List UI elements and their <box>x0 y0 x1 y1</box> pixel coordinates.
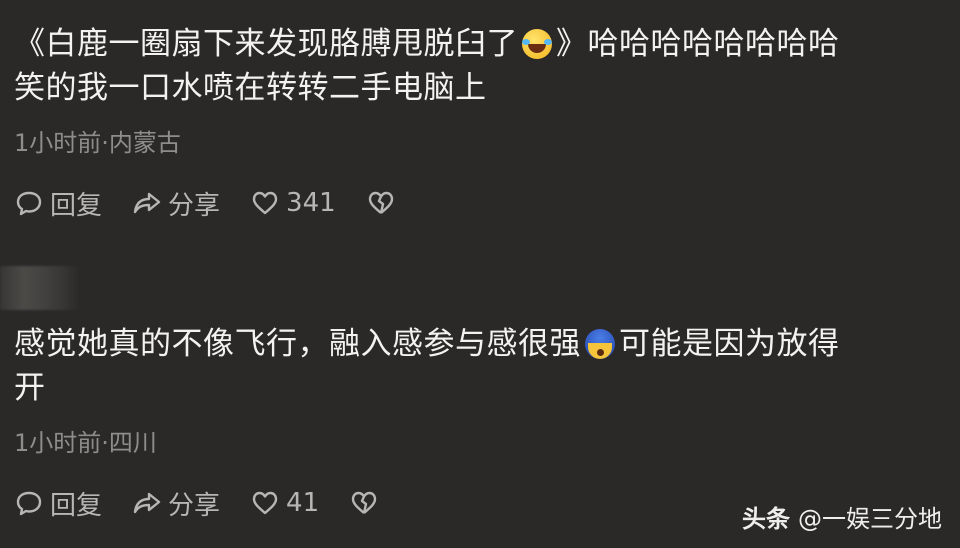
comment-text-part: 开 <box>14 370 46 406</box>
share-arrow-icon <box>133 492 161 514</box>
comment-text-part: 可能是因为放得 <box>619 326 840 362</box>
broken-heart-icon <box>368 191 393 214</box>
reply-bubble-icon <box>16 191 42 216</box>
comment-text: 《白鹿一圈扇下来发现胳膊甩脱臼了 》哈哈哈哈哈哈哈哈 笑的我一口水喷在转转二手电脑… <box>14 22 946 110</box>
comment-text-part: 》哈哈哈哈哈哈哈哈 <box>556 26 840 62</box>
reply-label: 回复 <box>50 490 103 521</box>
share-label: 分享 <box>168 490 221 521</box>
comment-item: 《白鹿一圈扇下来发现胳膊甩脱臼了 》哈哈哈哈哈哈哈哈 笑的我一口水喷在转转二手电脑… <box>14 22 946 222</box>
reply-button[interactable]: 回复 <box>14 185 102 222</box>
like-button[interactable]: 341 <box>250 188 336 218</box>
comment-text-part: 笑的我一口水喷在转转二手电脑上 <box>14 70 487 106</box>
broken-heart-icon <box>351 491 377 514</box>
comment-actions: 回复 分享 341 <box>14 185 946 222</box>
share-arrow-icon <box>133 192 161 214</box>
reply-label: 回复 <box>50 190 103 221</box>
like-count: 341 <box>286 188 336 218</box>
like-count: 41 <box>286 488 320 518</box>
laughing-tears-emoji-icon <box>522 29 552 59</box>
shocked-face-emoji-icon <box>585 329 615 359</box>
comment-text: 感觉她真的不像飞行，融入感参与感很强 可能是因为放得 开 <box>14 322 946 410</box>
blurred-avatar <box>0 266 80 310</box>
share-button[interactable]: 分享 <box>132 185 220 222</box>
reply-bubble-icon <box>16 491 42 516</box>
watermark: 头条 @一娱三分地 <box>742 499 942 534</box>
like-button[interactable]: 41 <box>250 488 319 518</box>
watermark-handle: @一娱三分地 <box>798 505 942 533</box>
comment-text-part: 感觉她真的不像飞行，融入感参与感很强 <box>14 326 581 362</box>
comment-meta: 1小时前·四川 <box>14 429 157 457</box>
heart-icon <box>252 191 278 215</box>
comment-meta: 1小时前·内蒙古 <box>14 129 181 157</box>
share-button[interactable]: 分享 <box>132 485 220 522</box>
comment-item: 感觉她真的不像飞行，融入感参与感很强 可能是因为放得 开 1小时前·四川 回复 分… <box>14 322 946 522</box>
watermark-brand: 头条 <box>742 505 790 533</box>
reply-button[interactable]: 回复 <box>14 485 102 522</box>
heart-icon <box>252 491 278 515</box>
share-label: 分享 <box>168 190 221 221</box>
dislike-button[interactable] <box>349 488 385 518</box>
comment-text-part: 《白鹿一圈扇下来发现胳膊甩脱臼了 <box>14 26 518 62</box>
dislike-button[interactable] <box>366 188 402 218</box>
